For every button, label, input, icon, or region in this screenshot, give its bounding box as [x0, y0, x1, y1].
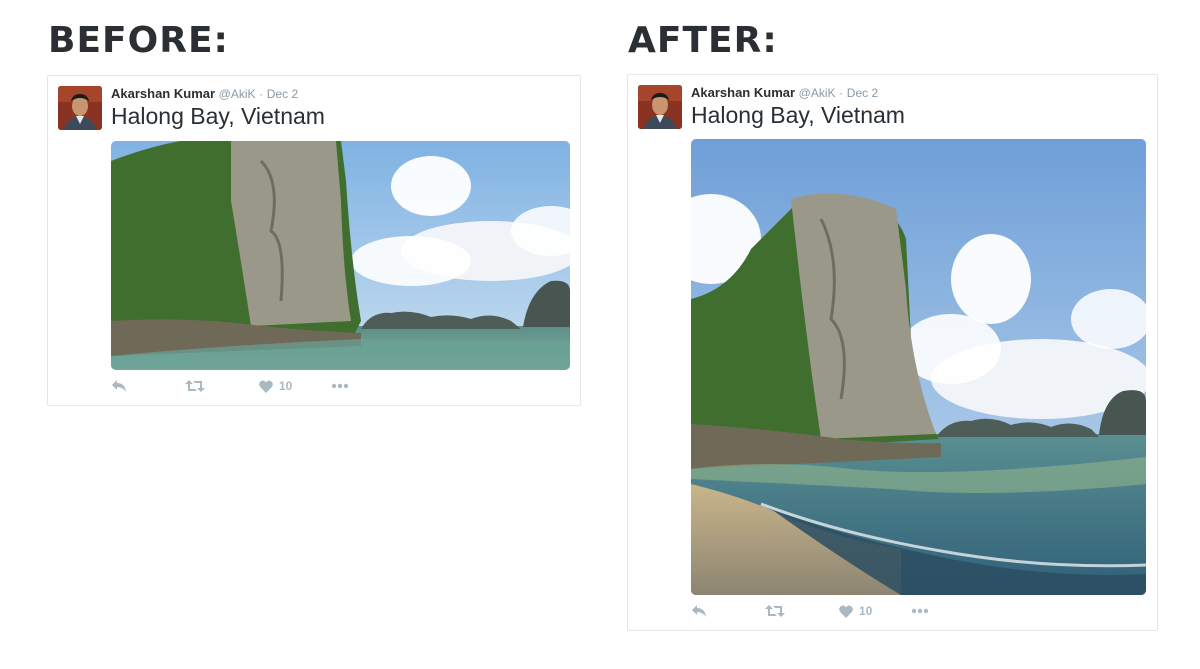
- tweet-date[interactable]: Dec 2: [267, 87, 298, 101]
- like-count: 10: [859, 604, 873, 618]
- author-name[interactable]: Akarshan Kumar: [691, 85, 795, 100]
- after-heading: AFTER:: [628, 20, 778, 61]
- before-heading: BEFORE:: [48, 20, 229, 61]
- retweet-icon: [765, 605, 785, 617]
- avatar[interactable]: [58, 86, 102, 130]
- meta-separator: ·: [259, 87, 264, 101]
- after-tweet-card[interactable]: Akarshan Kumar @AkiK · Dec 2 Halong Bay,…: [627, 74, 1158, 631]
- retweet-button[interactable]: [765, 604, 839, 618]
- reply-button[interactable]: [111, 379, 185, 393]
- heart-icon: [839, 605, 853, 618]
- tweet-text: Halong Bay, Vietnam: [111, 103, 325, 129]
- like-count: 10: [279, 379, 293, 393]
- more-button[interactable]: [911, 608, 929, 614]
- like-button[interactable]: 10: [839, 604, 911, 618]
- author-name[interactable]: Akarshan Kumar: [111, 86, 215, 101]
- more-button[interactable]: [331, 383, 349, 389]
- more-icon: [331, 383, 349, 389]
- before-tweet-card[interactable]: Akarshan Kumar @AkiK · Dec 2 Halong Bay,…: [47, 75, 581, 406]
- meta-separator: ·: [839, 86, 844, 100]
- heart-icon: [259, 380, 273, 393]
- tweet-photo-full[interactable]: [691, 139, 1146, 595]
- author-handle[interactable]: @AkiK: [219, 87, 256, 101]
- reply-icon: [692, 605, 706, 617]
- more-icon: [911, 608, 929, 614]
- retweet-button[interactable]: [185, 379, 259, 393]
- reply-button[interactable]: [691, 604, 765, 618]
- tweet-text: Halong Bay, Vietnam: [691, 102, 905, 128]
- tweet-date[interactable]: Dec 2: [847, 86, 878, 100]
- like-button[interactable]: 10: [259, 379, 331, 393]
- avatar[interactable]: [638, 85, 682, 129]
- retweet-icon: [185, 380, 205, 392]
- author-handle[interactable]: @AkiK: [799, 86, 836, 100]
- reply-icon: [112, 380, 126, 392]
- tweet-photo-cropped[interactable]: [111, 141, 570, 370]
